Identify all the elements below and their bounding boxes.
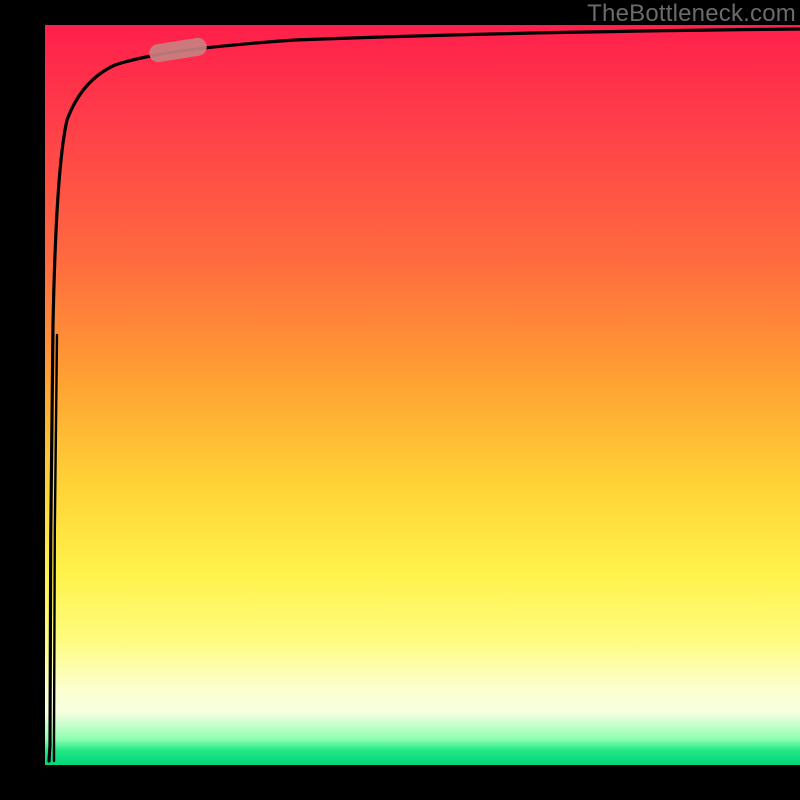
highlight-segment [148,37,208,64]
bottleneck-curve [49,29,800,761]
curve-layer [45,25,800,765]
plot-area [45,25,800,765]
watermark-text: TheBottleneck.com [587,0,796,28]
chart-frame: TheBottleneck.com [0,0,800,800]
bottleneck-curve-inner [54,335,57,761]
